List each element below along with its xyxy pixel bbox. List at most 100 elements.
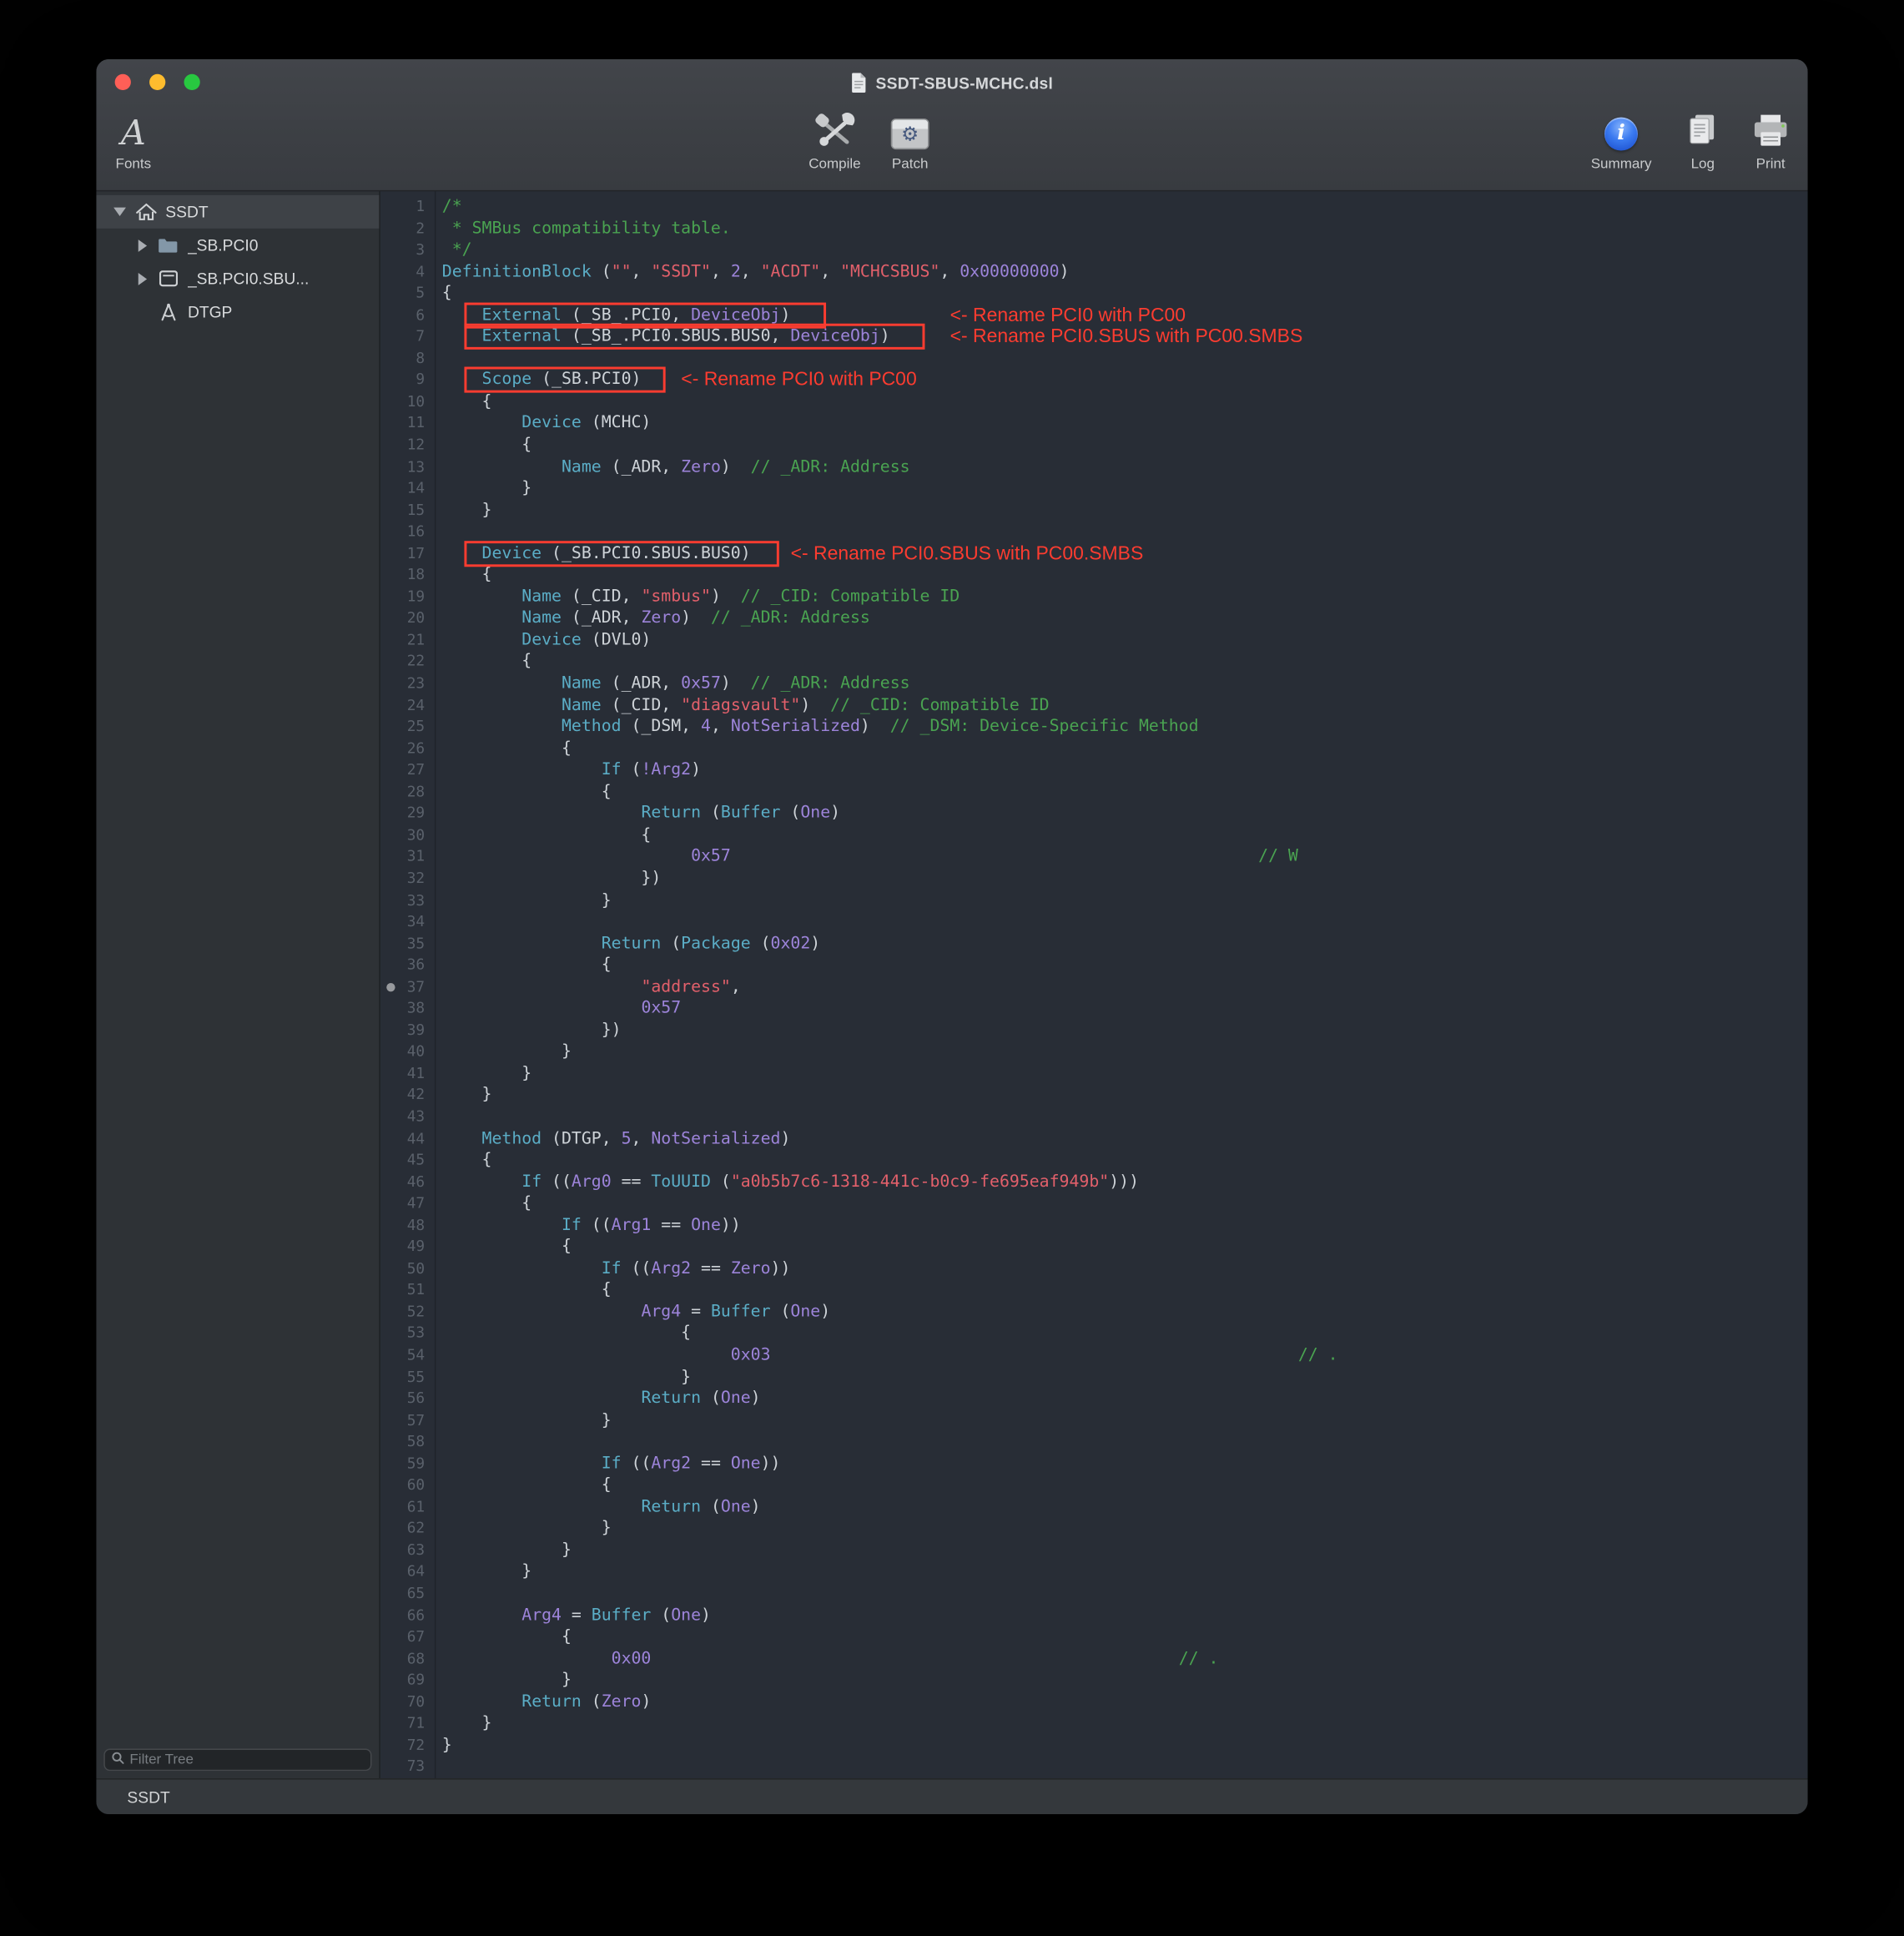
code-line[interactable]: "address",	[442, 976, 1808, 998]
code-line[interactable]: {	[442, 1475, 1808, 1496]
code-line[interactable]: Name (_CID, "diagsvault") // _CID: Compa…	[442, 695, 1808, 717]
code-line[interactable]: }	[442, 1561, 1808, 1583]
line-number: 55	[380, 1367, 425, 1389]
code-lines[interactable]: /* * SMBus compatibility table. */Defini…	[442, 196, 1808, 1778]
code-line[interactable]: Name (_ADR, Zero) // _ADR: Address	[442, 456, 1808, 478]
code-line[interactable]: Return (Package (0x02)	[442, 933, 1808, 955]
filter-tree-field[interactable]	[103, 1749, 371, 1772]
compile-button[interactable]: Compile	[808, 113, 860, 174]
code-line[interactable]: }	[442, 890, 1808, 911]
code-line[interactable]: {	[442, 283, 1808, 305]
code-line[interactable]: })	[442, 1020, 1808, 1041]
sidebar-item-sb-pci0[interactable]: _SB.PCI0	[96, 229, 379, 262]
code-line[interactable]: {	[442, 1237, 1808, 1258]
code-line[interactable]: External (_SB_.PCI0, DeviceObj)	[442, 305, 1808, 326]
code-line[interactable]: 0x00 // .	[442, 1648, 1808, 1670]
line-number: 20	[380, 608, 425, 630]
code-line[interactable]: }	[442, 1041, 1808, 1063]
sidebar-item-sb-pci0-sbus[interactable]: _SB.PCI0.SBU...	[96, 262, 379, 295]
code-line[interactable]: }	[442, 1735, 1808, 1757]
code-line[interactable]: {	[442, 824, 1808, 846]
code-line[interactable]	[442, 1757, 1808, 1778]
line-number: 36	[380, 955, 425, 976]
line-number: 40	[380, 1041, 425, 1063]
code-line[interactable]: }	[442, 1670, 1808, 1691]
sidebar-item-dtgp[interactable]: DTGP	[96, 295, 379, 329]
code-line[interactable]: }	[442, 1518, 1808, 1540]
code-line[interactable]: Return (One)	[442, 1496, 1808, 1518]
code-line[interactable]: }	[442, 478, 1808, 500]
code-line[interactable]: }	[442, 1713, 1808, 1735]
code-line[interactable]: {	[442, 1150, 1808, 1172]
fonts-button[interactable]: A Fonts	[116, 113, 152, 174]
code-line[interactable]: If (!Arg2)	[442, 759, 1808, 781]
code-line[interactable]: If ((Arg1 == One))	[442, 1215, 1808, 1237]
code-line[interactable]: If ((Arg0 == ToUUID ("a0b5b7c6-1318-441c…	[442, 1172, 1808, 1193]
disclosure-right-icon[interactable]	[133, 272, 151, 285]
print-button[interactable]: Print	[1750, 113, 1790, 174]
code-line[interactable]: Name (_ADR, 0x57) // _ADR: Address	[442, 673, 1808, 695]
code-line[interactable]: {	[442, 1280, 1808, 1302]
code-line[interactable]: Method (_DSM, 4, NotSerialized) // _DSM:…	[442, 717, 1808, 739]
code-editor[interactable]: 1234567891011121314151617181920212223242…	[380, 191, 1808, 1778]
code-line[interactable]: {	[442, 565, 1808, 587]
maciasl-window: SSDT-SBUS-MCHC.dsl A Fonts	[96, 59, 1807, 1814]
titlebar[interactable]: SSDT-SBUS-MCHC.dsl	[96, 59, 1807, 106]
code-line[interactable]: {	[442, 955, 1808, 976]
log-button[interactable]: Log	[1685, 113, 1721, 174]
code-line[interactable]: 0x57	[442, 998, 1808, 1020]
code-line[interactable]: */	[442, 239, 1808, 261]
code-line[interactable]: }	[442, 1085, 1808, 1107]
desktop: SSDT-SBUS-MCHC.dsl A Fonts	[0, 0, 1904, 1936]
code-line[interactable]: Arg4 = Buffer (One)	[442, 1302, 1808, 1323]
code-line[interactable]: Return (Zero)	[442, 1691, 1808, 1713]
patch-button[interactable]: ⚙ Patch	[891, 113, 929, 174]
code-line[interactable]: {	[442, 781, 1808, 803]
code-line[interactable]: Scope (_SB.PCI0)	[442, 370, 1808, 391]
code-line[interactable]	[442, 1583, 1808, 1605]
code-line[interactable]: If ((Arg2 == Zero))	[442, 1258, 1808, 1280]
document-icon[interactable]	[851, 73, 867, 93]
code-line[interactable]	[442, 1107, 1808, 1128]
code-line[interactable]: Device (DVL0)	[442, 630, 1808, 652]
code-line[interactable]: Device (MCHC)	[442, 413, 1808, 435]
code-line[interactable]: }	[442, 1540, 1808, 1561]
code-line[interactable]	[442, 911, 1808, 933]
code-line[interactable]: {	[442, 435, 1808, 456]
code-line[interactable]	[442, 348, 1808, 370]
code-line[interactable]: Method (DTGP, 5, NotSerialized)	[442, 1128, 1808, 1150]
line-number: 70	[380, 1691, 425, 1713]
code-line[interactable]	[442, 522, 1808, 543]
code-line[interactable]: Device (_SB.PCI0.SBUS.BUS0)	[442, 543, 1808, 565]
code-line[interactable]: * SMBus compatibility table.	[442, 218, 1808, 239]
code-line[interactable]: 0x57 // W	[442, 846, 1808, 868]
code-line[interactable]: {	[442, 652, 1808, 673]
sidebar-item-ssdt[interactable]: SSDT	[96, 195, 379, 229]
line-number: 35	[380, 933, 425, 955]
filter-tree-input[interactable]	[129, 1752, 364, 1767]
code-line[interactable]: {	[442, 1193, 1808, 1215]
code-line[interactable]: {	[442, 1323, 1808, 1345]
code-line[interactable]: Name (_ADR, Zero) // _ADR: Address	[442, 608, 1808, 630]
code-line[interactable]: {	[442, 391, 1808, 413]
code-line[interactable]: /*	[442, 196, 1808, 218]
code-line[interactable]: }	[442, 500, 1808, 522]
code-line[interactable]: 0x03 // .	[442, 1345, 1808, 1367]
code-line[interactable]: Name (_CID, "smbus") // _CID: Compatible…	[442, 587, 1808, 608]
code-line[interactable]: DefinitionBlock ("", "SSDT", 2, "ACDT", …	[442, 261, 1808, 283]
disclosure-right-icon[interactable]	[133, 239, 151, 251]
code-line[interactable]: })	[442, 868, 1808, 890]
code-line[interactable]	[442, 1431, 1808, 1453]
code-line[interactable]: Return (Buffer (One)	[442, 803, 1808, 824]
code-line[interactable]: {	[442, 738, 1808, 759]
code-line[interactable]: }	[442, 1409, 1808, 1431]
code-line[interactable]: Arg4 = Buffer (One)	[442, 1605, 1808, 1626]
code-line[interactable]: If ((Arg2 == One))	[442, 1453, 1808, 1475]
code-line[interactable]: }	[442, 1367, 1808, 1389]
code-line[interactable]: }	[442, 1063, 1808, 1085]
code-line[interactable]: Return (One)	[442, 1389, 1808, 1410]
code-line[interactable]: {	[442, 1626, 1808, 1648]
code-line[interactable]: External (_SB_.PCI0.SBUS.BUS0, DeviceObj…	[442, 326, 1808, 348]
disclosure-down-icon[interactable]	[111, 208, 128, 216]
summary-button[interactable]: i Summary	[1591, 113, 1652, 174]
